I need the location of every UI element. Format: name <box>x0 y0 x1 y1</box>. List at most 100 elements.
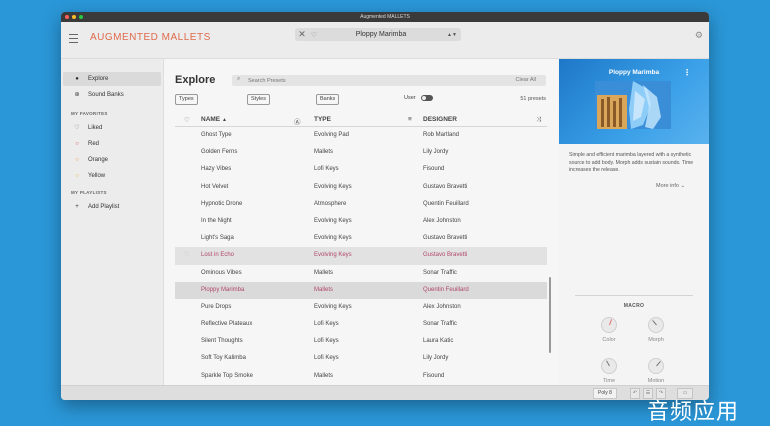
scrollbar[interactable] <box>549 277 551 353</box>
preset-designer-cell: Gustavo Bravetti <box>423 183 468 190</box>
table-row[interactable]: Hypnotic Drone Atmosphere Quentin Feuillar… <box>175 196 547 213</box>
watermark-text: 音频应用 <box>647 399 740 424</box>
styles-filter-button[interactable]: Styles <box>247 94 270 105</box>
sidebar-item-label: Liked <box>88 125 103 131</box>
undo-icon[interactable]: ↶ <box>630 388 640 399</box>
preset-designer-cell: Sonar Traffic <box>423 269 457 276</box>
macro-title: MACRO <box>623 303 645 309</box>
plus-icon: + <box>75 204 79 210</box>
preset-name-cell: Reflective Plateaux <box>201 321 253 328</box>
preset-type-cell: Lofi Keys <box>314 355 339 362</box>
table-row[interactable]: Golden Ferns Mallets Lily Jordy <box>175 144 547 161</box>
preset-designer-cell: Quentin Feuillard <box>423 286 469 293</box>
current-preset-name[interactable]: Ploppy Marimba <box>319 31 443 38</box>
preset-list: Ghost Type Evolving Pad Rob Martland Golden… <box>175 127 547 400</box>
preset-type-cell: Mallets <box>314 372 334 379</box>
heart-icon[interactable]: ♡ <box>184 247 189 264</box>
preset-designer-cell: Quentin Feuillard <box>423 200 469 207</box>
column-header-designer[interactable]: DESIGNER <box>423 116 457 123</box>
sidebar-item-add-playlist[interactable]: + Add Playlist <box>63 200 161 214</box>
brand-title: AUGMENTED MALLETS <box>90 32 211 43</box>
user-toggle[interactable] <box>421 95 433 101</box>
preset-name-cell: Silent Thoughts <box>201 338 243 345</box>
minimize-window-button[interactable] <box>72 15 76 19</box>
preset-arrows-icon[interactable]: ▲▼ <box>443 32 461 38</box>
preset-designer-cell: Rob Martland <box>423 132 460 138</box>
gear-icon[interactable]: ⚙ <box>695 30 703 41</box>
table-row[interactable]: Reflective Plateaux Lofi Keys Sonar Traffi… <box>175 316 547 333</box>
heart-icon: ♡ <box>74 125 80 131</box>
column-header-type[interactable]: TYPE <box>314 116 331 123</box>
time-knob[interactable] <box>601 358 617 374</box>
sidebar-item-red[interactable]: ○ Red <box>63 137 161 151</box>
search-icon: ⌕ <box>237 76 241 82</box>
table-row[interactable]: In the Night Evolving Keys Alex Johnston <box>175 213 547 230</box>
clear-all-button[interactable]: Clear All <box>516 77 536 83</box>
name-header-label: NAME <box>201 116 221 123</box>
preset-type-cell: Atmosphere <box>314 200 347 207</box>
preset-designer-cell: Gustavo Bravetti <box>423 235 468 242</box>
table-row[interactable]: Ominous Vibes Mallets Sonar Traffic <box>175 265 547 282</box>
types-filter-button[interactable]: Types <box>175 94 198 105</box>
sidebar-item-sound-banks[interactable]: ⊛ Sound Banks <box>63 88 161 102</box>
morph-knob-label: Morph <box>648 337 664 343</box>
type-filter-icon[interactable]: Ⓐ <box>294 116 301 126</box>
preset-type-cell: Evolving Keys <box>314 217 352 224</box>
poly-button[interactable]: Poly 8 <box>593 388 617 399</box>
table-row[interactable]: Sparkle Top Smoke Mallets Fisound <box>175 368 547 385</box>
sidebar-item-label: Orange <box>88 157 109 163</box>
preset-type-cell: Lofi Keys <box>314 321 339 328</box>
zoom-window-button[interactable] <box>79 15 83 19</box>
more-options-icon[interactable]: ⋮ <box>683 68 691 77</box>
color-knob-label: Color <box>602 337 616 343</box>
preset-name-cell: Sparkle Top Smoke <box>201 372 253 379</box>
preset-type-cell: Mallets <box>314 286 334 293</box>
banks-filter-button[interactable]: Banks <box>316 94 340 105</box>
sidebar-item-label: Add Playlist <box>88 204 120 210</box>
heart-icon[interactable]: ♡ <box>309 31 319 39</box>
table-row[interactable]: ♡ Lost in Echo Evolving Keys Gustavo Bravet… <box>175 247 547 265</box>
motion-knob[interactable] <box>648 358 664 374</box>
preset-designer-cell: Laura Katic <box>423 338 454 345</box>
preset-name-cell: Hypnotic Drone <box>201 200 243 207</box>
table-row[interactable]: Hot Velvet Evolving Keys Gustavo Bravetti <box>175 179 547 196</box>
sidebar-item-orange[interactable]: ○ Orange <box>63 153 161 167</box>
hamburger-menu-icon[interactable] <box>69 34 78 43</box>
table-row[interactable]: Pure Drops Evolving Keys Alex Johnston <box>175 299 547 316</box>
preset-name-cell: In the Night <box>201 217 232 224</box>
red-circle-icon: ○ <box>75 141 79 147</box>
morph-knob[interactable] <box>648 317 664 333</box>
color-knob[interactable] <box>601 317 617 333</box>
heart-column-icon[interactable]: ♡ <box>184 116 190 124</box>
chevron-down-icon: ⌄ <box>680 183 686 189</box>
motion-knob-label: Motion <box>647 378 665 384</box>
sidebar-item-yellow[interactable]: ○ Yellow <box>63 169 161 183</box>
close-window-button[interactable] <box>65 15 69 19</box>
preset-designer-cell: Alex Johnston <box>423 217 461 224</box>
more-info-link[interactable]: More info ⌄ <box>656 183 685 189</box>
sidebar-item-label: Yellow <box>88 173 106 179</box>
close-icon[interactable]: ✕ <box>295 29 309 40</box>
table-row[interactable]: Hazy Vibes Lofi Keys Fisound <box>175 161 547 178</box>
list-icon[interactable]: ≡ <box>408 116 412 123</box>
preset-name-cell: Soft Toy Kalimba <box>201 355 246 362</box>
search-input[interactable] <box>248 75 488 86</box>
preset-designer-cell: Alex Johnston <box>423 303 461 310</box>
table-row[interactable]: Soft Toy Kalimba Lofi Keys Lily Jordy <box>175 350 547 367</box>
sidebar-item-explore[interactable]: ● Explore <box>63 72 161 86</box>
table-row[interactable]: Ghost Type Evolving Pad Rob Martland <box>175 127 547 144</box>
favorites-header: MY FAVORITES <box>71 111 108 116</box>
column-header-name[interactable]: NAME ▲ <box>201 116 227 123</box>
table-row[interactable]: Ploppy Marimba Mallets Quentin Feuillard <box>175 281 547 299</box>
sidebar-item-liked[interactable]: ♡ Liked <box>63 121 161 135</box>
page-title: Explore <box>175 74 216 86</box>
table-row[interactable]: Silent Thoughts Lofi Keys Laura Katic <box>175 333 547 350</box>
table-row[interactable]: Light's Saga Evolving Keys Gustavo Bravett… <box>175 230 547 247</box>
preset-selector[interactable]: ✕ ♡ Ploppy Marimba ▲▼ <box>295 28 461 41</box>
shuffle-icon[interactable]: ⤨ <box>536 116 541 124</box>
preset-artwork: Ploppy Marimba ⋮ <box>559 59 709 144</box>
preset-name-cell: Hot Velvet <box>201 183 229 190</box>
preset-type-cell: Evolving Keys <box>314 303 352 310</box>
preset-name-cell: Ominous Vibes <box>201 269 242 276</box>
sort-up-icon: ▲ <box>221 117 227 123</box>
